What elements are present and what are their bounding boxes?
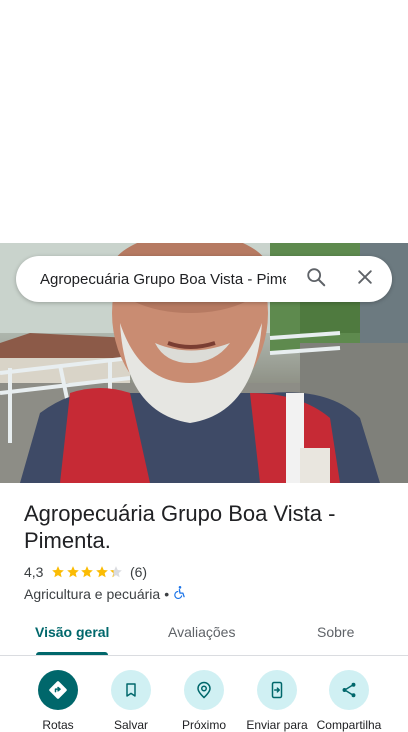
- tab-reviews[interactable]: Avaliações: [168, 624, 235, 640]
- rating-stars: [51, 565, 124, 579]
- search-icon: [305, 266, 327, 293]
- tab-overview[interactable]: Visão geral: [35, 624, 109, 640]
- search-input[interactable]: [40, 270, 286, 288]
- star-icon: [110, 566, 123, 578]
- search-bar: [16, 256, 392, 302]
- send-to-phone-button[interactable]: Enviar para: [237, 670, 317, 732]
- tab-about[interactable]: Sobre: [317, 624, 354, 640]
- directions-icon: [38, 670, 78, 710]
- search-button[interactable]: [302, 265, 330, 293]
- nearby-button[interactable]: Próximo: [164, 670, 244, 732]
- wheelchair-icon[interactable]: [173, 585, 187, 602]
- nearby-icon: [184, 670, 224, 710]
- nearby-label: Próximo: [181, 718, 226, 732]
- directions-label: Rotas: [42, 718, 74, 732]
- share-label: Compartilha: [316, 718, 382, 732]
- place-title: Agropecuária Grupo Boa Vista - Pimenta.: [24, 501, 336, 553]
- active-tab-indicator: [36, 652, 108, 655]
- star-icon: [81, 566, 94, 578]
- category-row: Agricultura e pecuária •: [24, 585, 187, 602]
- share-button[interactable]: Compartilha: [309, 670, 389, 732]
- separator-dot: •: [164, 585, 170, 602]
- star-icon: [52, 566, 65, 578]
- directions-button[interactable]: Rotas: [18, 670, 98, 732]
- star-icon: [96, 566, 108, 578]
- review-count: (6): [129, 564, 148, 580]
- place-category: Agricultura e pecuária: [24, 585, 161, 602]
- bookmark-icon: [111, 670, 151, 710]
- star-icon: [67, 566, 79, 578]
- share-icon: [329, 670, 369, 710]
- send-to-phone-label: Enviar para: [246, 718, 308, 732]
- save-button[interactable]: Salvar: [91, 670, 171, 732]
- rating-value: 4,3: [24, 564, 44, 580]
- clear-search-button[interactable]: [351, 265, 379, 293]
- rating-row[interactable]: 4,3 (6): [24, 564, 147, 580]
- close-icon: [355, 267, 375, 292]
- tab-bar: Visão geral Avaliações Sobre: [0, 612, 408, 656]
- save-label: Salvar: [113, 718, 148, 732]
- send-to-phone-icon: [257, 670, 297, 710]
